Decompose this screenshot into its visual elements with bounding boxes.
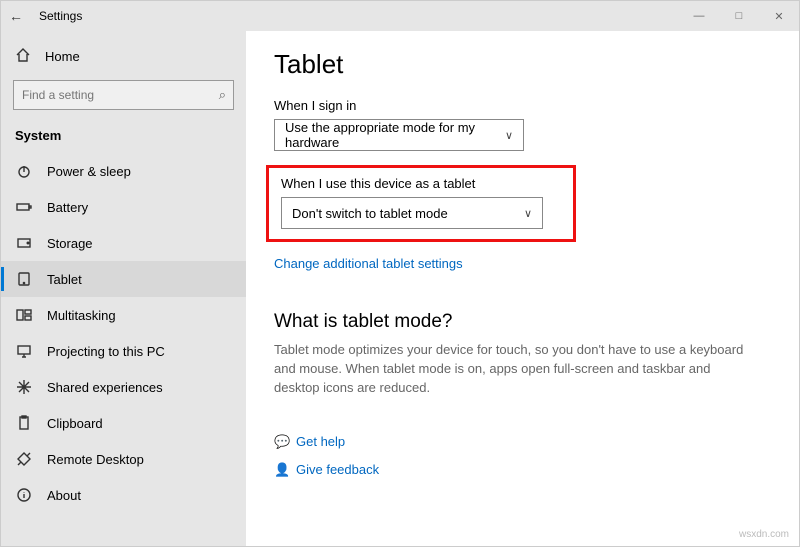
sidebar-item-projecting[interactable]: Projecting to this PC (1, 333, 246, 369)
sidebar: Home ⌕ System Power & sleep Battery Stor… (1, 31, 246, 546)
sidebar-item-label: Tablet (47, 272, 82, 287)
device-highlight-box: When I use this device as a tablet Don't… (266, 165, 576, 242)
device-dropdown-value: Don't switch to tablet mode (292, 206, 448, 221)
additional-settings-link[interactable]: Change additional tablet settings (274, 256, 771, 271)
settings-window: ← Settings ― □ ✕ Home ⌕ System Power & s… (0, 0, 800, 547)
chevron-down-icon: ∨ (505, 129, 513, 142)
device-label: When I use this device as a tablet (281, 176, 561, 191)
watermark: wsxdn.com (739, 529, 789, 540)
give-feedback-row: 👤 Give feedback (274, 462, 771, 478)
sidebar-item-label: Multitasking (47, 308, 116, 323)
signin-dropdown-value: Use the appropriate mode for my hardware (285, 120, 505, 150)
window-controls: ― □ ✕ (679, 1, 799, 31)
back-button[interactable]: ← (1, 8, 31, 24)
group-header: System (1, 122, 246, 153)
maximize-button[interactable]: □ (719, 1, 759, 31)
get-help-row: 💬 Get help (274, 434, 771, 450)
tablet-icon (15, 271, 33, 287)
sidebar-item-label: Battery (47, 200, 88, 215)
give-feedback-link[interactable]: Give feedback (296, 462, 379, 477)
what-is-description: Tablet mode optimizes your device for to… (274, 341, 754, 398)
titlebar: ← Settings ― □ ✕ (1, 1, 799, 31)
sidebar-item-label: Shared experiences (47, 380, 163, 395)
window-title: Settings (39, 9, 82, 23)
projecting-icon (15, 343, 33, 359)
device-dropdown[interactable]: Don't switch to tablet mode ∨ (281, 197, 543, 229)
sidebar-item-clipboard[interactable]: Clipboard (1, 405, 246, 441)
sidebar-item-label: About (47, 488, 81, 503)
what-is-heading: What is tablet mode? (274, 311, 771, 333)
sidebar-item-power-sleep[interactable]: Power & sleep (1, 153, 246, 189)
home-link[interactable]: Home (1, 39, 246, 74)
sidebar-item-label: Storage (47, 236, 93, 251)
feedback-icon: 👤 (274, 462, 296, 478)
sidebar-item-about[interactable]: About (1, 477, 246, 513)
sidebar-item-storage[interactable]: Storage (1, 225, 246, 261)
storage-icon (15, 235, 33, 251)
home-icon (15, 47, 33, 66)
sidebar-item-label: Remote Desktop (47, 452, 144, 467)
help-icon: 💬 (274, 434, 296, 450)
signin-dropdown[interactable]: Use the appropriate mode for my hardware… (274, 119, 524, 151)
sidebar-item-remote-desktop[interactable]: Remote Desktop (1, 441, 246, 477)
power-icon (15, 163, 33, 179)
sidebar-item-battery[interactable]: Battery (1, 189, 246, 225)
sidebar-item-tablet[interactable]: Tablet (1, 261, 246, 297)
chevron-down-icon: ∨ (524, 207, 532, 220)
get-help-link[interactable]: Get help (296, 434, 345, 449)
sidebar-item-label: Power & sleep (47, 164, 131, 179)
sidebar-item-multitasking[interactable]: Multitasking (1, 297, 246, 333)
sidebar-item-label: Clipboard (47, 416, 103, 431)
about-icon (15, 487, 33, 503)
sidebar-item-label: Projecting to this PC (47, 344, 165, 359)
multitasking-icon (15, 307, 33, 323)
signin-label: When I sign in (274, 98, 771, 113)
window-body: Home ⌕ System Power & sleep Battery Stor… (1, 31, 799, 546)
search-input[interactable] (13, 80, 234, 110)
page-title: Tablet (274, 49, 771, 80)
battery-icon (15, 199, 33, 215)
shared-icon (15, 379, 33, 395)
search-wrap: ⌕ (13, 80, 234, 110)
home-label: Home (45, 49, 80, 64)
close-button[interactable]: ✕ (759, 1, 799, 31)
clipboard-icon (15, 415, 33, 431)
content-area: Tablet When I sign in Use the appropriat… (246, 31, 799, 546)
minimize-button[interactable]: ― (679, 1, 719, 31)
remote-icon (15, 451, 33, 467)
search-icon: ⌕ (219, 87, 226, 103)
sidebar-item-shared-experiences[interactable]: Shared experiences (1, 369, 246, 405)
